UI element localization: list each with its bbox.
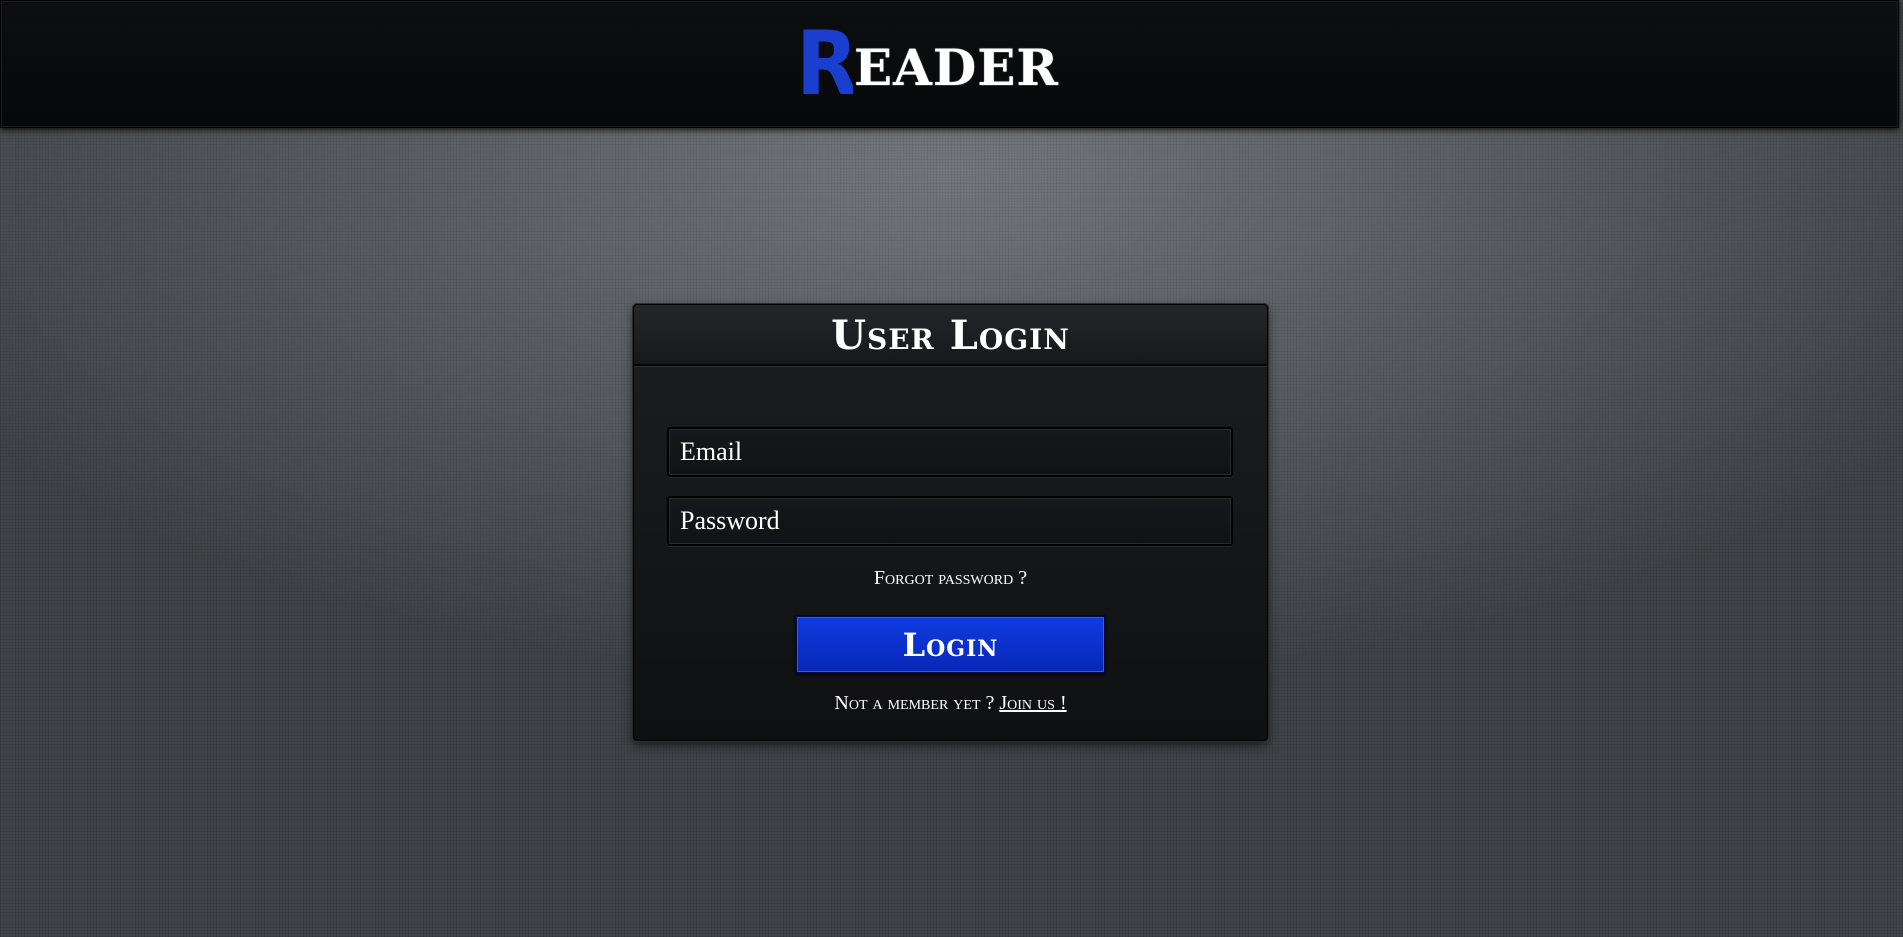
password-field [667,496,1233,546]
login-title: User Login [831,312,1070,359]
join-us-link[interactable]: Join us ! [999,692,1066,714]
email-input[interactable] [669,429,1231,475]
join-prompt: Not a member yet ? Join us ! [634,692,1267,715]
logo-initial: R [796,29,854,97]
login-panel-header: User Login [634,305,1267,366]
login-button[interactable]: Login [795,615,1106,674]
forgot-password-link[interactable]: Forgot password ? [634,567,1267,590]
password-input[interactable] [669,498,1231,544]
reader-logo[interactable]: R EADER [796,27,1059,97]
not-member-text: Not a member yet ? [834,692,995,714]
top-header-bar: R EADER [0,0,1899,128]
logo-wordmark: EADER [854,38,1059,97]
email-field [667,427,1233,477]
login-panel: User Login Forgot password ? Login Not a… [633,304,1268,741]
